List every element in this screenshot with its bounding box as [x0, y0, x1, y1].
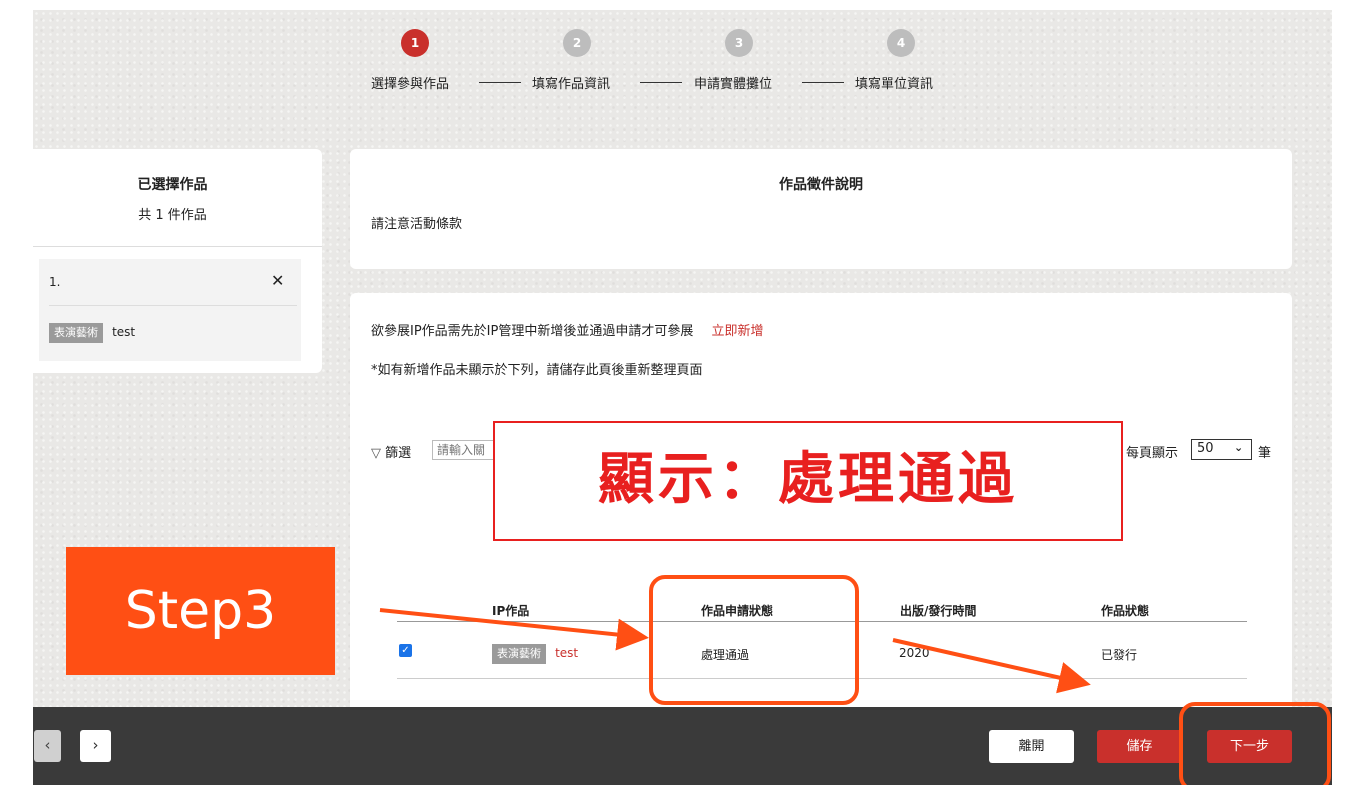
arrow-to-work-status	[892, 638, 1091, 694]
app-viewport: 1 2 3 4 選擇參與作品 填寫作品資訊 申請實體攤位 填寫單位資訊 已選擇作…	[33, 10, 1332, 785]
annotation-arrows	[379, 608, 1091, 694]
arrow-to-status	[379, 608, 649, 651]
